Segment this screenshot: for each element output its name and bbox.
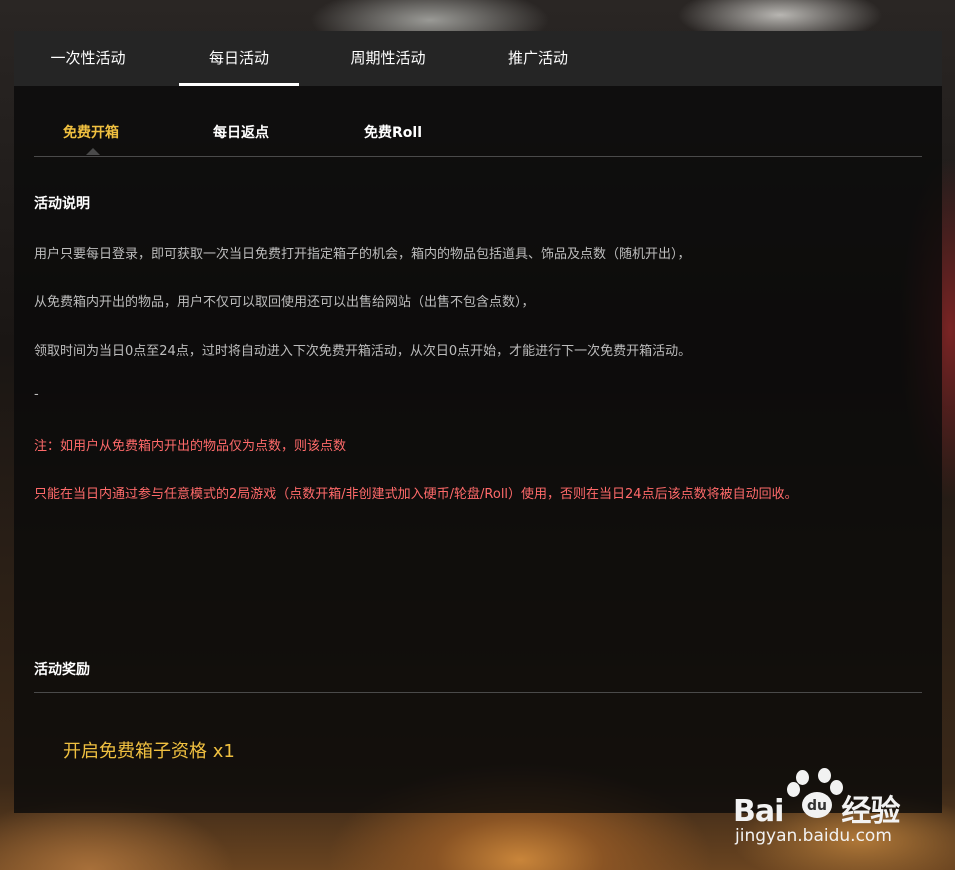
subtab-free-box[interactable]: 免费开箱 — [63, 122, 119, 142]
description-line-2: 从免费箱内开出的物品，用户不仅可以取回使用还可以出售给网站（出售不包含点数）， — [34, 295, 535, 310]
watermark-logo-right: 经验 — [841, 794, 900, 829]
watermark-paw-text: du — [802, 792, 832, 818]
description-title: 活动说明 — [34, 196, 90, 212]
description-line-3: 领取时间为当日0点至24点，过时将自动进入下次免费开箱活动，从次日0点开始，才能… — [34, 344, 692, 359]
baidu-jingyan-watermark: Bai 经验 du jingyan.baidu.com — [733, 768, 923, 858]
tab-daily-activity[interactable]: 每日活动 — [179, 31, 299, 86]
description-separator: - — [34, 387, 39, 402]
reward-divider — [34, 692, 922, 693]
tab-one-time-activity[interactable]: 一次性活动 — [28, 31, 148, 86]
active-subtab-caret-icon — [86, 148, 100, 155]
subtab-daily-rebate[interactable]: 每日返点 — [213, 122, 269, 142]
tab-promotion-activity[interactable]: 推广活动 — [478, 31, 598, 86]
note-line-2: 只能在当日内通过参与任意模式的2局游戏（点数开箱/非创建式加入硬币/轮盘/Rol… — [34, 487, 798, 502]
sub-tab-bar: 免费开箱 每日返点 免费Roll — [34, 86, 922, 157]
watermark-url: jingyan.baidu.com — [735, 826, 892, 846]
activity-panel: 一次性活动 每日活动 周期性活动 推广活动 免费开箱 每日返点 免费Roll 活… — [14, 31, 942, 813]
tab-periodic-activity[interactable]: 周期性活动 — [328, 31, 448, 86]
main-tab-bar: 一次性活动 每日活动 周期性活动 推广活动 — [14, 31, 942, 86]
note-line-1: 注：如用户从免费箱内开出的物品仅为点数，则该点数 — [34, 439, 347, 454]
watermark-logo-left: Bai — [733, 794, 784, 829]
baidu-paw-icon: du — [787, 768, 845, 826]
description-line-1: 用户只要每日登录，即可获取一次当日免费打开指定箱子的机会，箱内的物品包括道具、饰… — [34, 247, 691, 262]
subtab-free-roll[interactable]: 免费Roll — [364, 122, 422, 142]
reward-item: 开启免费箱子资格 x1 — [63, 741, 235, 762]
reward-title: 活动奖励 — [34, 662, 90, 678]
